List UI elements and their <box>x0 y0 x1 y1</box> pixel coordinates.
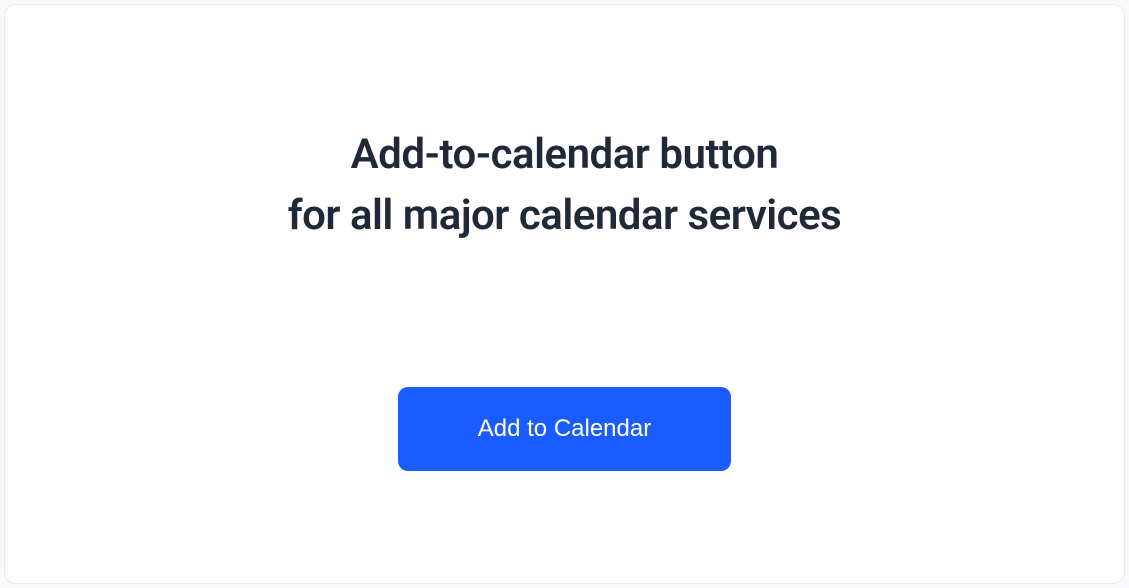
heading-line-2: for all major calendar services <box>288 186 842 247</box>
heading-line-1: Add-to-calendar button <box>288 125 842 186</box>
add-to-calendar-button[interactable]: Add to Calendar <box>398 387 731 471</box>
card-heading: Add-to-calendar button for all major cal… <box>288 125 842 247</box>
promo-card: Add-to-calendar button for all major cal… <box>4 4 1125 584</box>
